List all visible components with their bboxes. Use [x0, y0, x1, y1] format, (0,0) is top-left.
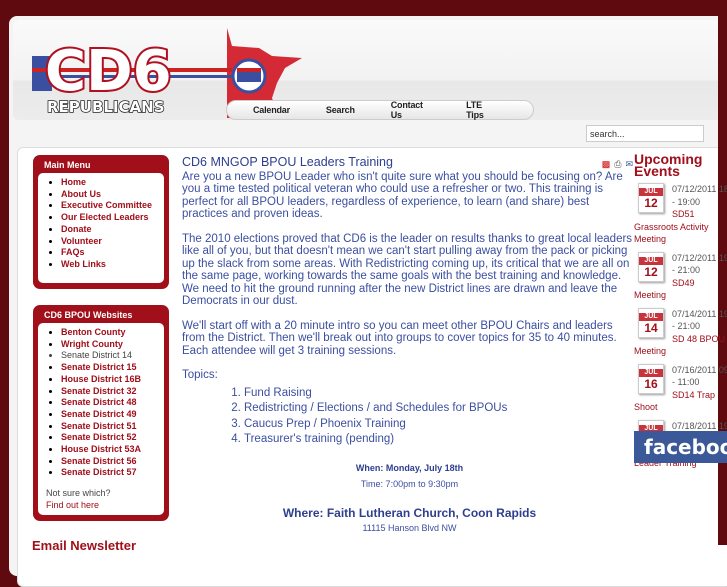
event-link[interactable]: SD51 Grassroots Activity Meeting [634, 208, 727, 246]
topic-item: Fund Raising [244, 386, 637, 402]
event-time: 07/14/2011 19:00 [672, 308, 727, 319]
bpou-link[interactable]: Benton County [61, 327, 126, 337]
bpou-link[interactable]: Senate District 57 [61, 467, 137, 477]
bpou-websites-module: CD6 BPOU Websites Benton County Wright C… [33, 305, 169, 522]
bpou-link[interactable]: House District 16B [61, 374, 141, 384]
topic-item: Redistricting / Elections / and Schedule… [244, 401, 637, 417]
nav-contact-us[interactable]: Contact Us [391, 100, 430, 120]
event-time: 07/12/2011 18:00 [672, 184, 727, 194]
nav-lte-tips[interactable]: LTE Tips [466, 100, 497, 120]
search-input[interactable] [586, 125, 704, 142]
calendar-icon: JUL 14 [638, 307, 664, 338]
calendar-icon: JUL 12 [638, 251, 664, 282]
page-container: CD6 REPUBLICANS Calendar Search Contact … [9, 16, 727, 587]
bpou-link[interactable]: Senate District 15 [61, 362, 137, 372]
nav-calendar[interactable]: Calendar [253, 105, 290, 115]
event-item: JUL12 07/12/2011 18:00 - 19:00 SD51 Gras… [634, 183, 727, 246]
top-nav: Calendar Search Contact Us LTE Tips [226, 100, 534, 120]
content-area: Main Menu Home About Us Executive Commit… [17, 147, 727, 587]
pdf-icon[interactable]: ▩ [602, 158, 611, 171]
event-time: 07/12/2011 19:00 [672, 252, 727, 263]
events-title: Upcoming Events [634, 151, 703, 179]
article-paragraph: We'll start off with a 20 minute intro s… [182, 319, 617, 357]
svg-text:CD6: CD6 [45, 39, 172, 104]
bpou-title: CD6 BPOU Websites [44, 310, 133, 320]
bpou-link[interactable]: Senate District 49 [61, 409, 137, 419]
email-newsletter-title: Email Newsletter [32, 538, 137, 553]
facebook-banner[interactable]: facebook [634, 431, 727, 463]
main-menu-title: Main Menu [44, 160, 91, 170]
article-title: CD6 MNGOP BPOU Leaders Training [182, 155, 393, 169]
bpou-note: Not sure which? [46, 488, 111, 499]
print-icon[interactable]: ⎙ [614, 158, 621, 171]
bpou-item: Senate District 14 [61, 350, 160, 362]
bpou-link[interactable]: Senate District 52 [61, 432, 137, 442]
calendar-icon: JUL 12 [638, 183, 664, 213]
event-item: JUL12 07/12/2011 19:00 - 21:00 SD49 Meet… [634, 251, 727, 302]
menu-about-us[interactable]: About Us [61, 189, 101, 199]
event-time: Time: 7:00pm to 9:30pm [360, 479, 459, 489]
menu-home[interactable]: Home [61, 177, 86, 187]
header: CD6 REPUBLICANS Calendar Search Contact … [13, 20, 727, 120]
event-item: JUL14 07/14/2011 19:00 - 21:00 SD 48 BPO… [634, 307, 727, 358]
bpou-link[interactable]: House District 53A [61, 444, 141, 454]
bpou-link[interactable]: Wright County [61, 339, 123, 349]
bpou-link[interactable]: Senate District 48 [61, 397, 137, 407]
main-menu-module: Main Menu Home About Us Executive Commit… [33, 155, 169, 289]
event-item: JUL16 07/16/2011 09:00 - 11:00 SD14 Trap… [634, 363, 727, 414]
svg-text:REPUBLICANS: REPUBLICANS [47, 98, 165, 116]
bpou-link[interactable]: Senate District 51 [61, 421, 137, 431]
event-when: When: Monday, July 18th [355, 462, 464, 473]
topics-label: Topics: [182, 369, 218, 381]
article: ▩ ⎙ ✉ CD6 MNGOP BPOU Leaders Training Ar… [182, 156, 637, 535]
topic-item: Treasurer's training (pending) [244, 432, 637, 448]
topic-item: Caucus Prep / Phoenix Training [244, 417, 637, 433]
bpou-link[interactable]: Senate District 56 [61, 456, 137, 466]
event-time: 07/16/2011 09:00 [672, 364, 727, 375]
upcoming-events: Upcoming Events JUL12 07/12/2011 18:00 -… [634, 151, 727, 470]
menu-volunteer[interactable]: Volunteer [61, 236, 102, 246]
menu-executive-committee[interactable]: Executive Committee [61, 200, 152, 210]
event-address: 11115 Hanson Blvd NW [362, 523, 457, 533]
article-paragraph: The 2010 elections proved that CD6 is th… [182, 232, 633, 308]
event-where: Where: Faith Lutheran Church, Coon Rapid… [282, 505, 537, 520]
find-out-here-link[interactable]: Find out here [46, 500, 99, 510]
menu-donate[interactable]: Donate [61, 224, 92, 234]
menu-web-links[interactable]: Web Links [61, 259, 106, 269]
menu-elected-leaders[interactable]: Our Elected Leaders [61, 212, 149, 222]
event-time-end: - 21:00 [672, 321, 701, 331]
menu-faqs[interactable]: FAQs [61, 247, 85, 257]
calendar-icon: JUL 16 [638, 363, 664, 394]
event-time-end: - 11:00 [672, 377, 700, 387]
event-time-end: - 21:00 [672, 265, 701, 275]
bpou-link[interactable]: Senate District 32 [61, 386, 137, 396]
nav-search[interactable]: Search [326, 105, 355, 115]
article-paragraph: Are you a new BPOU Leader who isn't quit… [182, 170, 623, 221]
event-time-end: - 19:00 [672, 196, 701, 207]
email-icon[interactable]: ✉ [625, 158, 633, 171]
